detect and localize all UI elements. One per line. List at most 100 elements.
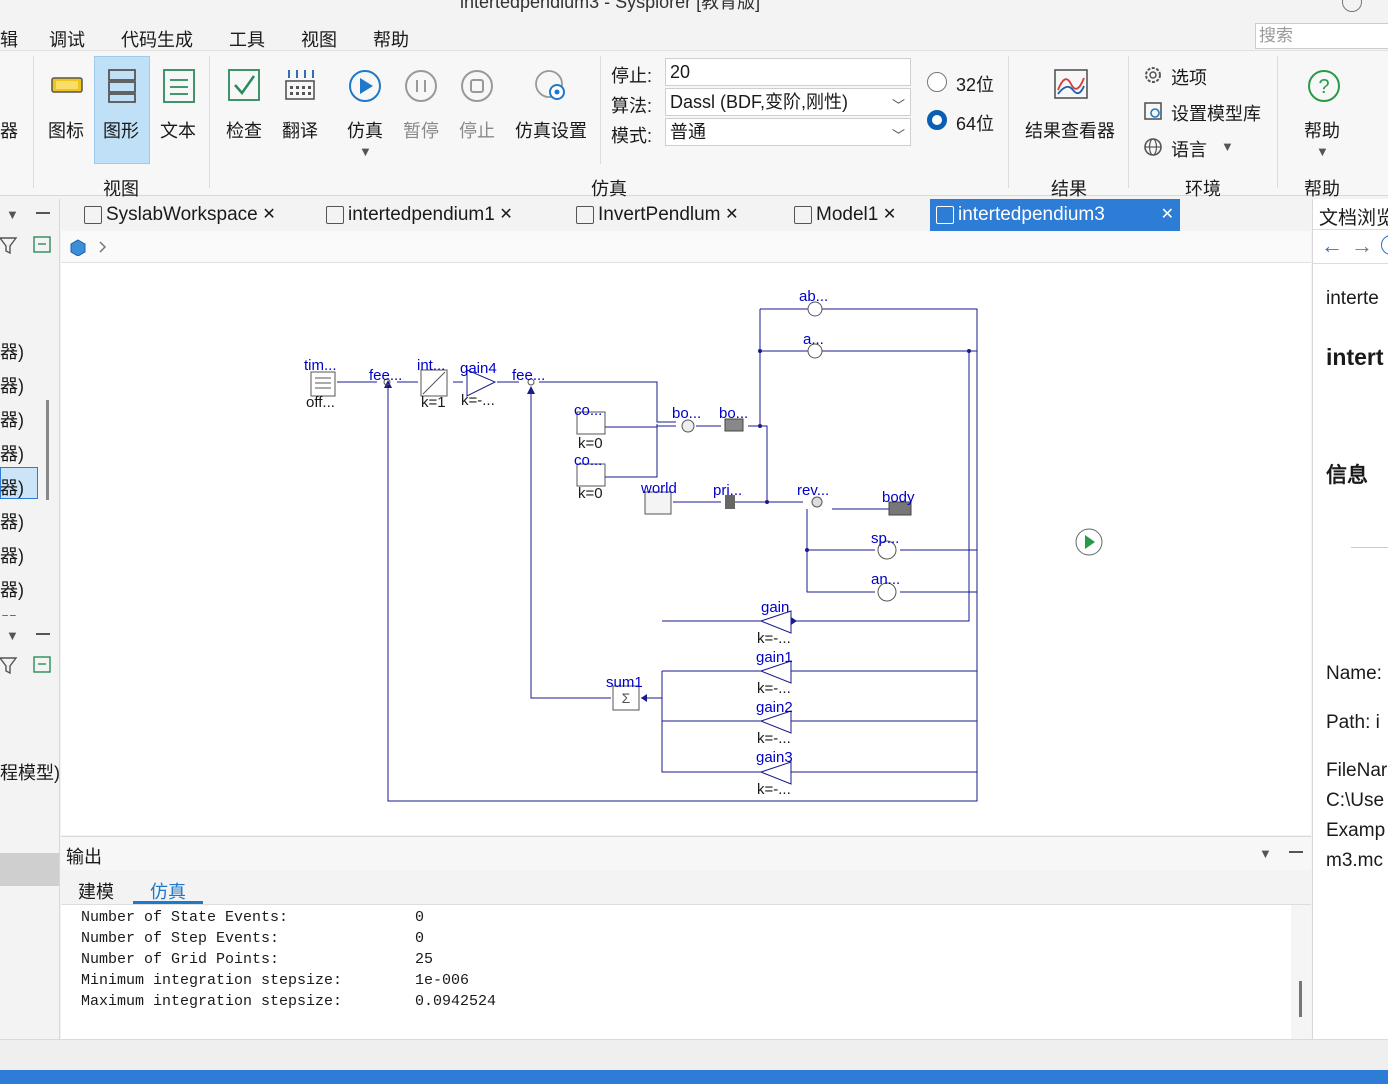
list-item[interactable]: 程模型) xyxy=(0,759,60,785)
stop-time-input[interactable]: 20 xyxy=(665,58,911,86)
search-input[interactable]: 搜索 xyxy=(1255,23,1388,49)
text-view-button[interactable]: 文本 xyxy=(160,117,196,143)
log-value: 0 xyxy=(415,909,425,926)
svg-text:Σ: Σ xyxy=(622,690,631,706)
stop-button[interactable]: 停止 xyxy=(459,117,495,143)
log-value: 25 xyxy=(415,951,434,968)
translate-icon xyxy=(285,70,315,100)
doc-filename: FileNar xyxy=(1326,760,1388,781)
help-dropdown-icon[interactable]: ▼ xyxy=(1316,144,1329,159)
pause-button[interactable]: 暂停 xyxy=(403,117,439,143)
label-gain4: gain4 xyxy=(460,360,497,377)
tab-modeling[interactable]: 建模 xyxy=(78,878,114,904)
algorithm-select[interactable]: Dassl (BDF,变阶,刚性) xyxy=(665,88,911,116)
language-button[interactable]: 语言 xyxy=(1171,136,1207,162)
model-file-icon xyxy=(794,206,812,224)
text-view-icon xyxy=(163,69,195,103)
icon-view-icon xyxy=(51,77,83,93)
minimize-icon[interactable] xyxy=(36,212,50,214)
param-gain: k=-... xyxy=(757,630,791,647)
user-icon[interactable] xyxy=(1342,0,1362,12)
list-item[interactable]: 器) xyxy=(0,576,24,602)
forward-arrow-icon[interactable]: → xyxy=(1351,233,1373,259)
panel-dropdown-icon[interactable]: ▼ xyxy=(1259,846,1272,861)
scrollbar-thumb[interactable] xyxy=(1299,981,1302,1017)
sim-settings-button[interactable]: 仿真设置 xyxy=(515,117,587,143)
tab-label: InvertPendlum xyxy=(598,204,721,225)
scrollbar[interactable] xyxy=(1291,905,1311,1040)
check-button[interactable]: 检查 xyxy=(226,117,262,143)
panel-dropdown-icon[interactable]: ▼ xyxy=(6,628,19,643)
options-button[interactable]: 选项 xyxy=(1171,64,1207,90)
scrollbar[interactable] xyxy=(46,400,49,500)
translate-button[interactable]: 翻译 xyxy=(282,117,318,143)
mode-select[interactable]: 普通 xyxy=(665,118,911,146)
menu-debug[interactable]: 调试 xyxy=(49,26,85,52)
doc-info-heading: 信息 xyxy=(1326,464,1368,487)
separator xyxy=(209,56,210,188)
tab-syslab-workspace[interactable]: SyslabWorkspace ✕ xyxy=(78,199,282,231)
tab-label: intertedpendium3 xyxy=(958,204,1105,225)
list-item[interactable]: 器) xyxy=(0,338,24,364)
doc-browser-title: 文档浏览 xyxy=(1319,208,1388,229)
result-viewer-icon xyxy=(1054,69,1088,99)
active-tab-indicator xyxy=(133,901,203,904)
menu-edit[interactable]: 辑 xyxy=(0,26,18,52)
tab-label: SyslabWorkspace xyxy=(106,204,258,225)
param-const2: k=0 xyxy=(578,485,603,502)
label-gain2: gain2 xyxy=(756,699,793,716)
model-library-button[interactable]: 设置模型库 xyxy=(1171,100,1261,126)
tab-intertedpendium1[interactable]: intertedpendium1 ✕ xyxy=(320,199,519,231)
label-gain1: gain1 xyxy=(756,649,793,666)
close-icon[interactable]: ✕ xyxy=(883,199,896,231)
menu-codegen[interactable]: 代码生成 xyxy=(121,26,193,52)
label-integrator: int... xyxy=(417,357,445,374)
list-item[interactable]: 器) xyxy=(0,542,24,568)
log-key: Number of Grid Points: xyxy=(81,951,280,968)
filter-icon[interactable] xyxy=(0,235,56,255)
tab-intertedpendium3[interactable]: intertedpendium3 ✕ xyxy=(930,199,1180,231)
minimize-icon[interactable] xyxy=(36,633,50,635)
menu-help[interactable]: 帮助 xyxy=(373,26,409,52)
refresh-icon[interactable] xyxy=(1381,235,1388,255)
list-item[interactable]: 器) xyxy=(0,372,24,398)
model-cube-icon[interactable] xyxy=(70,238,110,256)
simulate-button[interactable]: 仿真 xyxy=(347,117,383,143)
tab-model1[interactable]: Model1 ✕ xyxy=(788,199,902,231)
panel-scroll-thumb[interactable] xyxy=(0,853,59,886)
language-dropdown-icon[interactable]: ▼ xyxy=(1221,139,1234,154)
label-const1: co... xyxy=(574,402,602,419)
list-item[interactable]: 器) xyxy=(0,406,24,432)
list-item-clipped[interactable]: 器) xyxy=(0,610,30,616)
list-item[interactable]: 器) xyxy=(0,508,24,534)
close-icon[interactable]: ✕ xyxy=(1161,199,1174,231)
menu-tools[interactable]: 工具 xyxy=(229,26,265,52)
filter-icon[interactable] xyxy=(0,655,56,675)
separator xyxy=(600,56,601,164)
help-button[interactable]: 帮助 xyxy=(1304,117,1340,143)
simulate-dropdown-icon[interactable]: ▼ xyxy=(359,144,372,159)
list-item[interactable]: 器) xyxy=(0,440,24,466)
log-key: Minimum integration stepsize: xyxy=(81,972,343,989)
back-arrow-icon[interactable]: ← xyxy=(1321,233,1343,259)
log-value: 1e-006 xyxy=(415,972,470,989)
tab-invertpendlum[interactable]: InvertPendlum ✕ xyxy=(570,199,745,231)
model-file-icon xyxy=(936,206,954,224)
panel-dropdown-icon[interactable]: ▼ xyxy=(6,207,19,222)
label-body-shape: bo... xyxy=(719,405,748,422)
result-viewer-button[interactable]: 结果查看器 xyxy=(1025,117,1115,143)
close-icon[interactable]: ✕ xyxy=(499,199,512,231)
close-icon[interactable]: ✕ xyxy=(262,199,275,231)
mode-label: 模式: xyxy=(611,126,653,146)
bit64-radio[interactable] xyxy=(927,110,947,130)
close-icon[interactable]: ✕ xyxy=(725,199,738,231)
minimize-icon[interactable] xyxy=(1289,851,1303,853)
list-item[interactable]: 器) xyxy=(0,474,24,500)
icon-view-button[interactable]: 图标 xyxy=(48,117,84,143)
algorithm-label: 算法: xyxy=(611,96,653,116)
bit32-radio[interactable] xyxy=(927,72,947,92)
doc-file-line-2: Examp xyxy=(1326,820,1386,841)
menu-view[interactable]: 视图 xyxy=(301,26,337,52)
label-body: body xyxy=(882,489,915,506)
tab-label: intertedpendium1 xyxy=(348,204,495,225)
